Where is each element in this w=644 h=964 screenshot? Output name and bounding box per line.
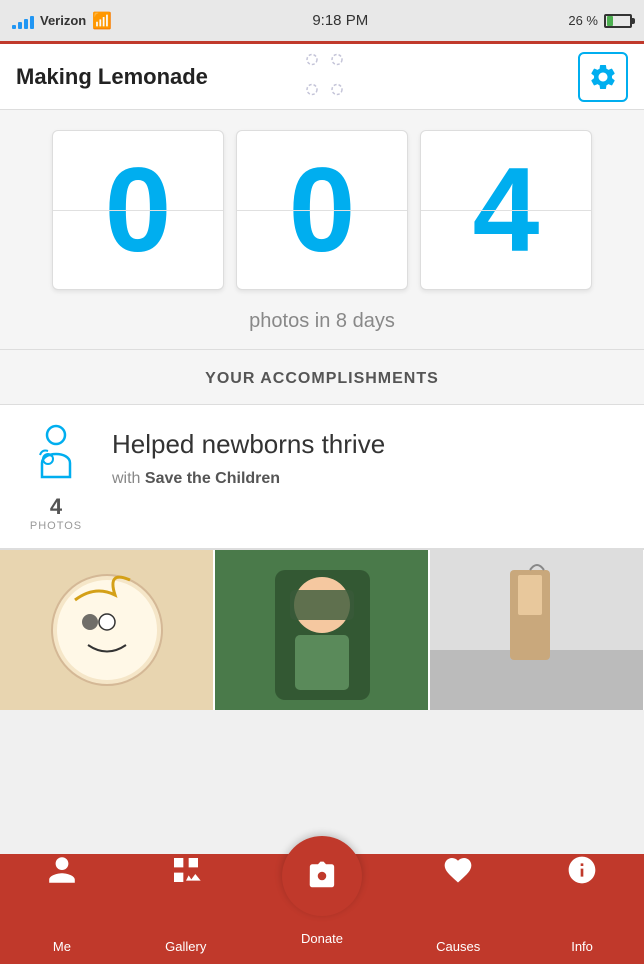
camera-icon bbox=[306, 860, 338, 892]
header: Making Lemonade bbox=[0, 44, 644, 110]
battery-icon bbox=[604, 14, 632, 28]
time-display: 9:18 PM bbox=[312, 12, 368, 29]
digit-1: 0 bbox=[289, 150, 356, 270]
subtitle-prefix: with bbox=[112, 470, 145, 487]
donate-circle[interactable] bbox=[282, 836, 362, 916]
gallery-icon bbox=[170, 854, 202, 886]
battery-percent: 26 % bbox=[568, 13, 598, 28]
carrier-label: Verizon bbox=[40, 13, 86, 28]
signal-bars bbox=[12, 13, 34, 29]
person-icon bbox=[46, 854, 78, 886]
info-icon bbox=[566, 854, 598, 886]
photos-count: 4 bbox=[50, 494, 62, 520]
subtitle-org: Save the Children bbox=[145, 470, 280, 487]
tab-causes-label: Causes bbox=[436, 939, 480, 964]
tab-donate[interactable]: Donate bbox=[248, 854, 397, 964]
dots-decoration bbox=[282, 44, 362, 109]
tab-info[interactable]: Info bbox=[520, 854, 644, 964]
accomplishment-title: Helped newborns thrive bbox=[112, 429, 628, 460]
tab-gallery-label: Gallery bbox=[165, 939, 206, 964]
counter-digits: 0 0 4 bbox=[52, 130, 592, 290]
tab-causes[interactable]: Causes bbox=[396, 854, 520, 964]
digit-card-2: 4 bbox=[420, 130, 592, 290]
accomplishments-heading: YOUR ACCOMPLISHMENTS bbox=[0, 362, 644, 404]
page-title: Making Lemonade bbox=[16, 64, 208, 90]
signal-bar-2 bbox=[18, 22, 22, 29]
photo-thumb-1 bbox=[0, 550, 215, 710]
digit-card-1: 0 bbox=[236, 130, 408, 290]
signal-bar-4 bbox=[30, 16, 34, 29]
tab-donate-label: Donate bbox=[301, 931, 343, 956]
accomplishment-icon-area: 4 PHOTOS bbox=[16, 421, 96, 532]
counter-label: photos in 8 days bbox=[249, 310, 395, 333]
tab-me[interactable]: Me bbox=[0, 854, 124, 964]
accomplishments-section: YOUR ACCOMPLISHMENTS 4 PHOTOS Helped new… bbox=[0, 350, 644, 710]
signal-bar-3 bbox=[24, 19, 28, 29]
tab-gallery[interactable]: Gallery bbox=[124, 854, 248, 964]
accomplishment-text: Helped newborns thrive with Save the Chi… bbox=[112, 421, 628, 488]
digit-2: 4 bbox=[473, 150, 540, 270]
photo-grid bbox=[0, 549, 644, 710]
settings-button[interactable] bbox=[578, 52, 628, 102]
wifi-icon: 📶 bbox=[92, 11, 112, 31]
status-left: Verizon 📶 bbox=[12, 11, 112, 31]
newborn-icon bbox=[24, 421, 88, 490]
photo-thumb-2 bbox=[215, 550, 430, 710]
signal-bar-1 bbox=[12, 25, 16, 29]
status-bar: Verizon 📶 9:18 PM 26 % bbox=[0, 0, 644, 44]
tab-info-label: Info bbox=[571, 939, 593, 964]
photo-thumb-3 bbox=[430, 550, 644, 710]
digit-0: 0 bbox=[105, 150, 172, 270]
accomplishment-card: 4 PHOTOS Helped newborns thrive with Sav… bbox=[0, 404, 644, 549]
battery-area: 26 % bbox=[568, 13, 632, 28]
heart-icon bbox=[442, 854, 474, 886]
digit-card-0: 0 bbox=[52, 130, 224, 290]
photos-label: PHOTOS bbox=[30, 520, 82, 532]
tab-bar: Me Gallery Donate Causes Info bbox=[0, 854, 644, 964]
counter-section: 0 0 4 photos in 8 days bbox=[0, 110, 644, 350]
tab-me-label: Me bbox=[53, 939, 71, 964]
accomplishment-subtitle: with Save the Children bbox=[112, 470, 628, 488]
